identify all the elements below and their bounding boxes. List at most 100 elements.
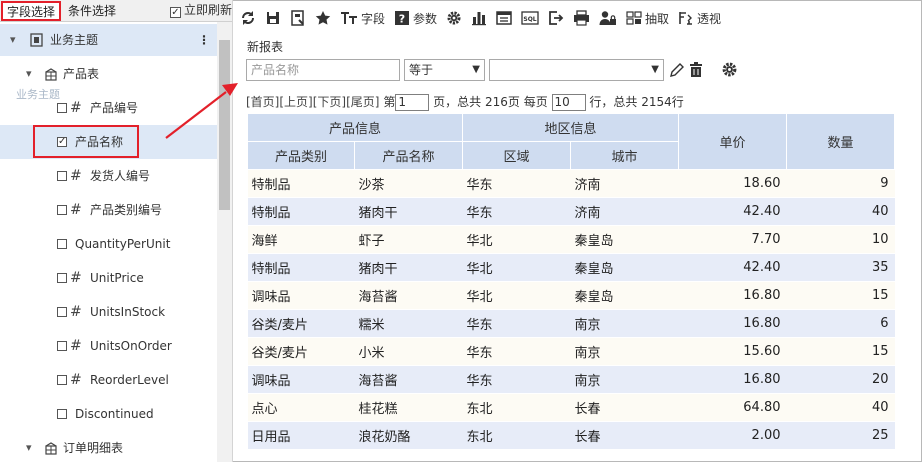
field-checkbox[interactable] bbox=[57, 409, 67, 419]
chevron-down-icon[interactable]: ▾ bbox=[26, 57, 32, 91]
trash-icon[interactable] bbox=[689, 62, 703, 78]
auto-refresh-toggle[interactable]: ✓ 立即刷新 bbox=[170, 2, 232, 18]
field-checkbox[interactable] bbox=[57, 171, 67, 181]
field-label: QuantityPerUnit bbox=[75, 237, 171, 251]
export-button[interactable] bbox=[548, 8, 564, 28]
report-panel: 字段 ? 参数 SQL 抽取 透视 新报表 产品名称 等于 ▼ ▼ [首页][上… bbox=[234, 0, 922, 462]
cell-price: 16.80 bbox=[678, 281, 787, 310]
refresh-button[interactable] bbox=[240, 8, 256, 28]
last-page-link[interactable]: [尾页] bbox=[346, 95, 379, 109]
page-number-input[interactable]: 1 bbox=[395, 94, 430, 111]
tree-field[interactable]: # UnitsInStock bbox=[0, 295, 217, 329]
cell-category: 调味品 bbox=[247, 365, 355, 394]
tree-node-theme[interactable]: ▾ 业务主题 ⋮ bbox=[0, 24, 217, 56]
cell-category: 谷类/麦片 bbox=[247, 337, 355, 366]
edit-pencil-icon[interactable] bbox=[669, 62, 685, 78]
cell-price: 16.80 bbox=[678, 365, 787, 394]
tree-theme-label: 业务主题 bbox=[50, 33, 99, 47]
tree-field[interactable]: # 产品编号 bbox=[0, 91, 217, 125]
extract-button[interactable]: 抽取 bbox=[626, 8, 669, 28]
pivot-button[interactable]: 透视 bbox=[678, 8, 721, 28]
header-group-product[interactable]: 产品信息 bbox=[247, 113, 463, 142]
field-checkbox[interactable] bbox=[57, 103, 67, 113]
rows-per-page-input[interactable]: 10 bbox=[551, 94, 586, 111]
filter-field-input[interactable]: 产品名称 bbox=[246, 59, 400, 81]
tree-field[interactable]: # ReorderLevel bbox=[0, 363, 217, 397]
sql-icon: SQL bbox=[521, 11, 539, 25]
prev-page-link[interactable]: [上页] bbox=[279, 95, 312, 109]
print-button[interactable] bbox=[573, 8, 590, 28]
user-lock-icon bbox=[599, 11, 617, 25]
filter-settings-gear-icon[interactable] bbox=[721, 61, 738, 78]
header-group-region[interactable]: 地区信息 bbox=[462, 113, 679, 142]
auto-refresh-checkbox[interactable]: ✓ bbox=[170, 7, 181, 18]
settings-button[interactable] bbox=[446, 8, 462, 28]
table-row: 谷类/麦片 糯米 华东 南京 16.80 6 bbox=[247, 309, 895, 338]
cell-area: 华东 bbox=[462, 169, 571, 198]
header-product-name[interactable]: 产品名称 bbox=[354, 141, 463, 170]
filter-operator-select[interactable]: 等于 ▼ bbox=[404, 59, 485, 81]
cell-category: 调味品 bbox=[247, 281, 355, 310]
tree-table-label: 订单明细表 bbox=[63, 441, 124, 455]
table-row: 谷类/麦片 小米 华东 南京 15.60 15 bbox=[247, 337, 895, 366]
tree-node-table-product[interactable]: ▾ 产品表 bbox=[0, 57, 217, 91]
field-label: Discontinued bbox=[75, 407, 154, 421]
field-checkbox[interactable] bbox=[57, 239, 67, 249]
header-area[interactable]: 区域 bbox=[462, 141, 571, 170]
param-button[interactable]: ? 参数 bbox=[394, 8, 437, 28]
tab-field-select[interactable]: 字段选择 bbox=[1, 1, 62, 21]
chevron-down-icon: ▼ bbox=[472, 64, 480, 75]
field-checkbox[interactable] bbox=[57, 307, 67, 317]
cell-category: 特制品 bbox=[247, 253, 355, 282]
cell-quantity: 9 bbox=[786, 169, 895, 198]
tree-scrollbar-thumb[interactable] bbox=[219, 40, 230, 210]
cell-city: 秦皇岛 bbox=[570, 253, 679, 282]
pivot-button-label: 透视 bbox=[697, 11, 722, 26]
tree-field[interactable]: Discontinued bbox=[0, 397, 217, 431]
field-checkbox[interactable] bbox=[57, 375, 67, 385]
cell-price: 16.80 bbox=[678, 309, 787, 338]
filter-value-select[interactable]: ▼ bbox=[489, 59, 664, 81]
chevron-down-icon[interactable]: ▾ bbox=[26, 431, 32, 462]
field-checkbox[interactable] bbox=[57, 341, 67, 351]
page-prefix: 第 bbox=[383, 95, 396, 109]
field-checkbox[interactable] bbox=[57, 205, 67, 215]
save-as-button[interactable] bbox=[290, 8, 306, 28]
tree-field[interactable]: # 产品类别编号 bbox=[0, 193, 217, 227]
tree-node-table-orderdetail[interactable]: ▾ 订单明细表 bbox=[0, 431, 217, 462]
table-row: 特制品 猪肉干 华东 济南 42.40 40 bbox=[247, 197, 895, 226]
sql-button[interactable]: SQL bbox=[521, 8, 539, 28]
field-checkbox[interactable] bbox=[57, 273, 67, 283]
more-vertical-icon[interactable]: ⋮ bbox=[198, 24, 210, 56]
favorite-button[interactable] bbox=[315, 8, 331, 28]
cell-price: 64.80 bbox=[678, 393, 787, 422]
tree-field[interactable]: # UnitPrice bbox=[0, 261, 217, 295]
header-category[interactable]: 产品类别 bbox=[247, 141, 355, 170]
chevron-down-icon[interactable]: ▾ bbox=[10, 24, 16, 56]
cell-product: 猪肉干 bbox=[354, 253, 463, 282]
tree-field[interactable]: QuantityPerUnit bbox=[0, 227, 217, 261]
header-price[interactable]: 单价 bbox=[678, 113, 787, 170]
next-page-link[interactable]: [下页] bbox=[313, 95, 346, 109]
save-icon bbox=[267, 12, 279, 24]
report-title: 新报表 bbox=[247, 40, 284, 54]
tree-field[interactable]: # 发货人编号 bbox=[0, 159, 217, 193]
chart-button[interactable] bbox=[471, 8, 487, 28]
layout-button[interactable] bbox=[496, 8, 512, 28]
pivot-icon bbox=[679, 12, 693, 25]
save-button[interactable] bbox=[265, 8, 281, 28]
user-permission-button[interactable] bbox=[599, 8, 617, 28]
cell-quantity: 6 bbox=[786, 309, 895, 338]
header-quantity[interactable]: 数量 bbox=[786, 113, 895, 170]
tree-field[interactable]: # UnitsOnOrder bbox=[0, 329, 217, 363]
tab-condition-select[interactable]: 条件选择 bbox=[64, 0, 120, 22]
first-page-link[interactable]: [首页] bbox=[246, 95, 279, 109]
field-button[interactable]: 字段 bbox=[340, 8, 385, 28]
cell-quantity: 10 bbox=[786, 225, 895, 254]
cell-city: 济南 bbox=[570, 197, 679, 226]
header-city[interactable]: 城市 bbox=[570, 141, 679, 170]
chevron-down-icon: ▼ bbox=[651, 64, 659, 75]
table-icon bbox=[45, 442, 57, 455]
cell-product: 海苔酱 bbox=[354, 365, 463, 394]
cell-price: 2.00 bbox=[678, 421, 787, 450]
